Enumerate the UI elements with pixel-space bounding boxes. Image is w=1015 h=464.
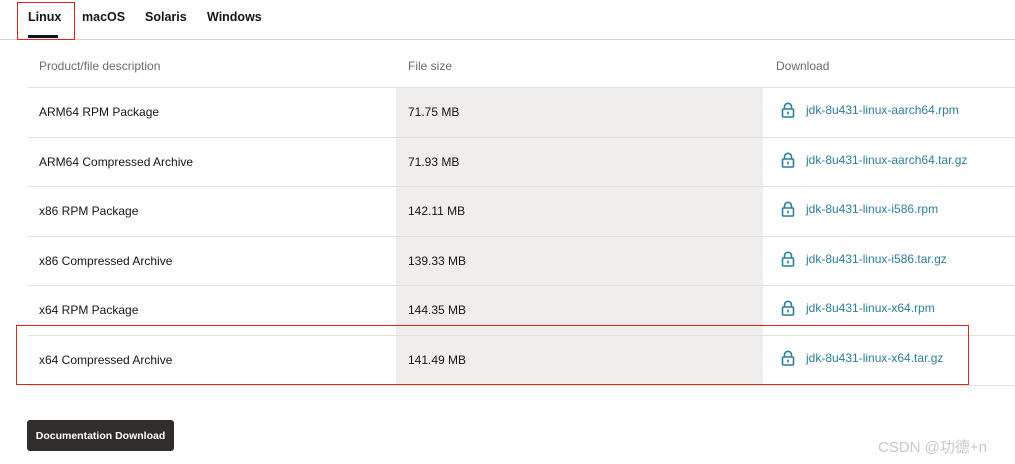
tab-solaris[interactable]: Solaris xyxy=(145,10,187,24)
download-link[interactable]: jdk-8u431-linux-aarch64.rpm xyxy=(781,100,959,120)
lock-icon xyxy=(781,300,795,317)
file-size: 144.35 MB xyxy=(408,303,467,318)
lock-icon xyxy=(781,152,795,168)
download-link[interactable]: jdk-8u431-linux-x64.rpm xyxy=(781,298,935,318)
download-link[interactable]: jdk-8u431-linux-i586.rpm xyxy=(781,199,938,219)
watermark: CSDN @功德+n xyxy=(878,439,987,456)
download-filename: jdk-8u431-linux-i586.tar.gz xyxy=(806,251,947,266)
header-download: Download xyxy=(776,59,830,73)
table-row: ARM64 RPM Package 71.75 MB jdk-8u431-lin… xyxy=(28,88,1015,138)
tab-macos[interactable]: macOS xyxy=(82,10,125,24)
file-description: x64 RPM Package xyxy=(39,303,139,318)
lock-icon xyxy=(781,102,795,118)
lock-icon xyxy=(781,251,795,267)
documentation-download-button[interactable]: Documentation Download xyxy=(27,420,174,451)
file-size: 71.93 MB xyxy=(408,154,460,169)
table-row: ARM64 Compressed Archive 71.93 MB jdk-8u… xyxy=(28,137,1015,188)
tab-windows[interactable]: Windows xyxy=(207,10,262,24)
download-link[interactable]: jdk-8u431-linux-aarch64.tar.gz xyxy=(781,150,967,170)
table-header: Product/file description File size Downl… xyxy=(28,40,1015,88)
lock-icon xyxy=(781,201,795,217)
row-highlight-box xyxy=(16,325,969,385)
header-description: Product/file description xyxy=(39,59,161,73)
table-row: x86 Compressed Archive 139.33 MB jdk-8u4… xyxy=(28,236,1015,287)
file-size: 71.75 MB xyxy=(408,105,460,119)
tab-highlight-box xyxy=(17,2,75,40)
file-description: ARM64 Compressed Archive xyxy=(39,154,194,169)
file-size: 139.33 MB xyxy=(408,253,467,268)
download-filename: jdk-8u431-linux-i586.rpm xyxy=(806,202,939,217)
file-description: x86 Compressed Archive xyxy=(39,253,173,268)
table-row: x86 RPM Package 142.11 MB jdk-8u431-linu… xyxy=(28,187,1015,237)
download-filename: jdk-8u431-linux-aarch64.rpm xyxy=(806,103,959,117)
file-description: ARM64 RPM Package xyxy=(39,105,160,119)
download-filename: jdk-8u431-linux-x64.rpm xyxy=(806,301,935,316)
file-description: x86 RPM Package xyxy=(39,204,139,219)
platform-tabs: Linux macOS Solaris Windows xyxy=(0,0,1015,40)
header-file-size: File size xyxy=(408,59,453,73)
download-filename: jdk-8u431-linux-aarch64.tar.gz xyxy=(806,152,968,167)
file-size: 142.11 MB xyxy=(408,204,466,219)
download-link[interactable]: jdk-8u431-linux-i586.tar.gz xyxy=(781,249,947,269)
